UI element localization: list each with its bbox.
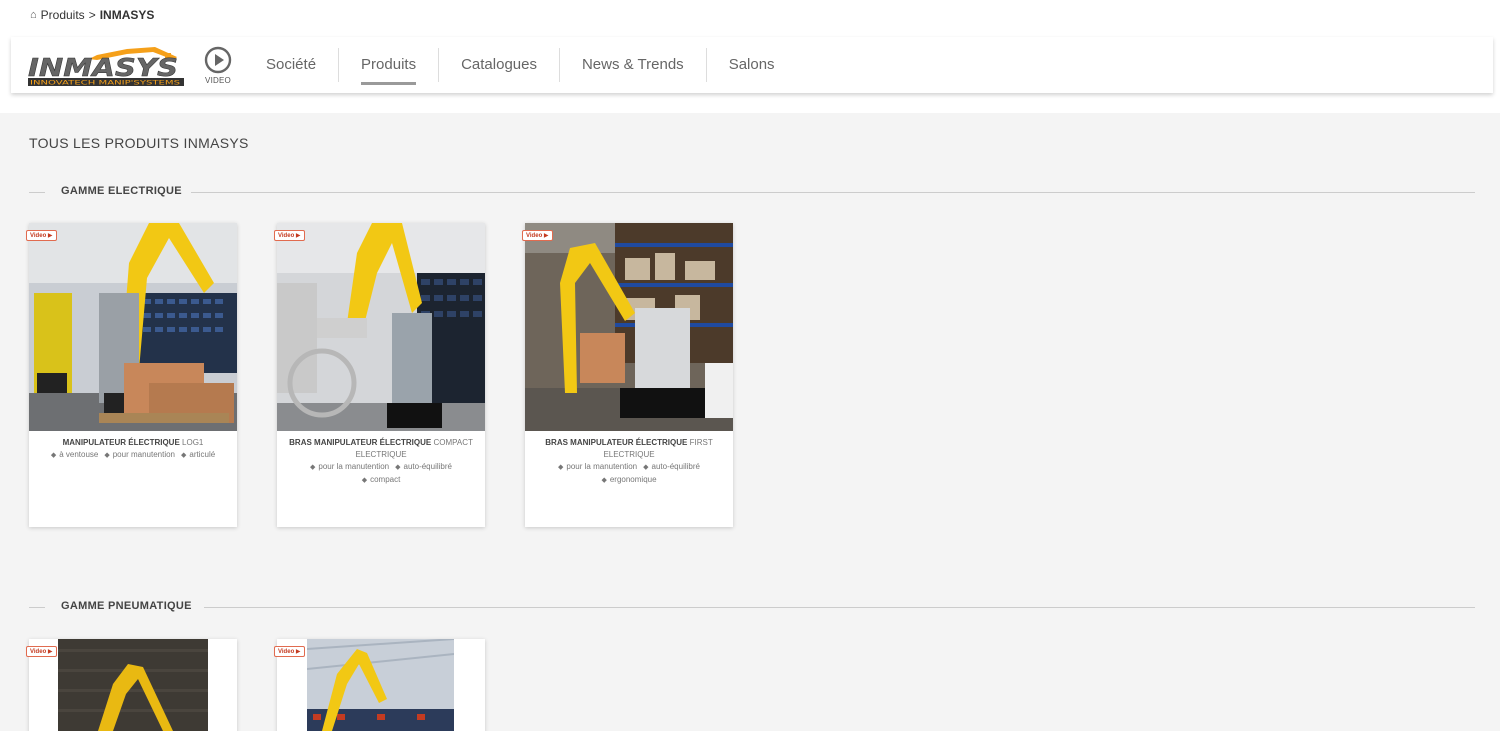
tag[interactable]: à ventouse xyxy=(51,449,98,462)
product-tags: à ventouse pour manutention articulé xyxy=(41,449,225,462)
main-navbar: INMASYS INNOVATECH MANIP'SYSTEMS VIDEO S… xyxy=(11,37,1493,93)
product-card[interactable]: Video ▶ xyxy=(274,639,485,731)
video-badge: Video ▶ xyxy=(274,230,305,241)
product-info: BRAS MANIPULATEUR ÉLECTRIQUE FIRST ELECT… xyxy=(525,437,733,487)
product-title[interactable]: BRAS MANIPULATEUR ÉLECTRIQUE FIRST ELECT… xyxy=(537,437,721,461)
nav-item-produits[interactable]: Produits xyxy=(338,48,438,85)
video-badge: Video ▶ xyxy=(26,646,57,657)
tag[interactable]: auto-équilibré xyxy=(643,461,700,474)
section-label: GAMME PNEUMATIQUE xyxy=(61,600,192,612)
page-title: TOUS LES PRODUITS INMASYS xyxy=(29,135,249,151)
nav-item-societe[interactable]: Société xyxy=(244,48,338,82)
product-image[interactable] xyxy=(58,639,208,731)
main-menu: Société Produits Catalogues News & Trend… xyxy=(244,47,797,85)
tag[interactable]: articulé xyxy=(181,449,215,462)
video-label: VIDEO xyxy=(205,76,231,85)
product-title[interactable]: MANIPULATEUR ÉLECTRIQUE LOG1 xyxy=(41,437,225,449)
product-card-compact-electrique[interactable]: Video ▶ BRAS MANIPULATEUR ÉLECTRIQUE COM… xyxy=(274,223,485,527)
nav-item-catalogues[interactable]: Catalogues xyxy=(438,48,559,82)
video-badge: Video ▶ xyxy=(26,230,57,241)
product-card-log1[interactable]: Video ▶ MANIPULATEUR ÉLECTRIQUE LOG1 à v… xyxy=(26,223,237,527)
breadcrumb-current: INMASYS xyxy=(99,8,155,22)
tag[interactable]: pour la manutention xyxy=(310,461,389,474)
breadcrumb-link-produits[interactable]: Produits xyxy=(41,8,85,22)
video-badge: Video ▶ xyxy=(522,230,553,241)
nav-item-salons[interactable]: Salons xyxy=(705,48,797,82)
logo-tagline: INNOVATECH MANIP'SYSTEMS xyxy=(30,79,180,87)
product-image[interactable] xyxy=(307,639,454,731)
product-tags: pour la manutention auto-équilibré ergon… xyxy=(537,461,721,487)
tag[interactable]: pour manutention xyxy=(104,449,175,462)
tag[interactable]: compact xyxy=(362,474,400,487)
play-circle-icon xyxy=(204,46,232,74)
video-badge: Video ▶ xyxy=(274,646,305,657)
product-tags: pour la manutention auto-équilibré compa… xyxy=(289,461,473,487)
product-title[interactable]: BRAS MANIPULATEUR ÉLECTRIQUE COMPACT ELE… xyxy=(289,437,473,461)
product-card[interactable]: Video ▶ xyxy=(26,639,237,731)
section-header-pneumatique: GAMME PNEUMATIQUE xyxy=(29,600,1475,614)
home-icon[interactable]: ⌂ xyxy=(30,9,37,21)
product-image[interactable] xyxy=(525,223,733,431)
product-card-first-electrique[interactable]: Video ▶ BRAS MANIPULATEUR ÉLECTRIQUE FIR… xyxy=(522,223,733,527)
tag[interactable]: auto-équilibré xyxy=(395,461,452,474)
product-image[interactable] xyxy=(277,223,485,431)
section-label: GAMME ELECTRIQUE xyxy=(61,185,182,197)
section-header-electrique: GAMME ELECTRIQUE xyxy=(29,185,1475,199)
inmasys-logo[interactable]: INMASYS INNOVATECH MANIP'SYSTEMS xyxy=(27,43,187,87)
breadcrumb-separator: > xyxy=(88,8,96,22)
product-image[interactable] xyxy=(29,223,237,431)
video-button[interactable]: VIDEO xyxy=(202,46,234,86)
nav-item-news-trends[interactable]: News & Trends xyxy=(558,48,706,82)
product-info: MANIPULATEUR ÉLECTRIQUE LOG1 à ventouse … xyxy=(29,437,237,462)
top-header: ⌂ Produits > INMASYS INMASYS INNOVATECH … xyxy=(0,0,1500,113)
tag[interactable]: pour la manutention xyxy=(558,461,637,474)
product-info: BRAS MANIPULATEUR ÉLECTRIQUE COMPACT ELE… xyxy=(277,437,485,487)
tag[interactable]: ergonomique xyxy=(601,474,657,487)
breadcrumb: ⌂ Produits > INMASYS xyxy=(30,8,154,22)
